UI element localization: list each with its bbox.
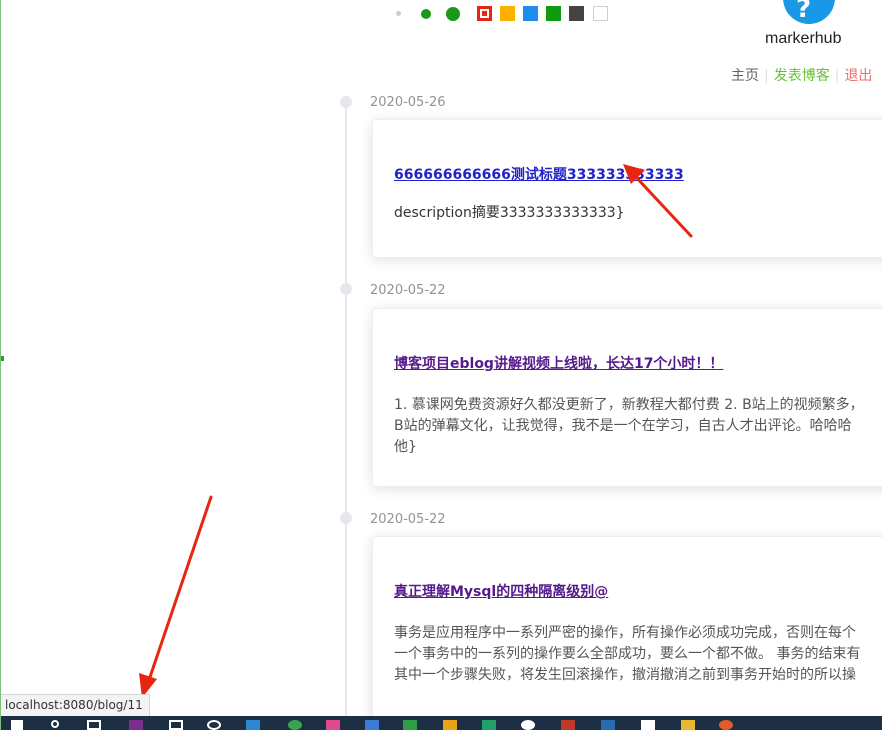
- post-date: 2020-05-22: [370, 512, 446, 527]
- search-icon[interactable]: [51, 720, 59, 728]
- pen-size-small[interactable]: [396, 11, 401, 16]
- pen-size-medium[interactable]: [421, 9, 431, 19]
- draw-toolbar: [393, 4, 613, 22]
- app-icon[interactable]: [365, 720, 379, 730]
- app-icon[interactable]: [129, 720, 143, 730]
- task-view-icon[interactable]: [87, 720, 101, 730]
- post-card: 博客项目eblog讲解视频上线啦，长达17个小时！！ 1. 慕课网免费资源好久都…: [372, 308, 882, 487]
- app-icon[interactable]: [169, 720, 183, 730]
- color-yellow-swatch[interactable]: [500, 6, 515, 21]
- post-card: 真正理解Mysql的四种隔离级别@ 事务是应用程序中一系列严密的操作，所有操作必…: [372, 536, 882, 730]
- app-icon[interactable]: [326, 720, 340, 730]
- post-title-link[interactable]: 666666666666测试标题333333333333: [394, 164, 882, 184]
- nav-divider: |: [764, 68, 769, 84]
- post-description: description摘要3333333333333}: [394, 205, 625, 221]
- question-mark-icon: ?: [796, 0, 812, 24]
- app-icon[interactable]: [482, 720, 496, 730]
- color-red-swatch[interactable]: [477, 6, 492, 21]
- nav-logout-link[interactable]: 退出: [844, 65, 872, 85]
- timeline-node: [340, 96, 352, 108]
- post-title-link[interactable]: 真正理解Mysql的四种隔离级别@: [394, 581, 882, 601]
- windows-start-icon[interactable]: [11, 720, 23, 730]
- status-bar-url: localhost:8080/blog/11: [1, 694, 150, 718]
- app-icon[interactable]: [561, 720, 575, 730]
- app-icon[interactable]: [521, 720, 535, 730]
- color-white-swatch[interactable]: [593, 6, 608, 21]
- browser-page: ? markerhub 主页 | 发表博客 | 退出 2020-05-26 666666…: [0, 0, 882, 730]
- taskbar: [1, 716, 882, 730]
- folder-icon[interactable]: [681, 720, 695, 730]
- app-icon[interactable]: [288, 720, 302, 730]
- app-icon[interactable]: [207, 720, 221, 730]
- app-icon[interactable]: [403, 720, 417, 730]
- color-dark-swatch[interactable]: [569, 6, 584, 21]
- post-description: 事务是应用程序中一系列严密的操作，所有操作必须成功完成，否则在每个 一个事务中的…: [394, 625, 861, 683]
- app-icon[interactable]: [601, 720, 615, 730]
- nav-publish-link[interactable]: 发表博客: [774, 65, 830, 85]
- color-blue-swatch[interactable]: [523, 6, 538, 21]
- app-icon[interactable]: [443, 720, 457, 730]
- top-nav: 主页 | 发表博客 | 退出: [731, 65, 872, 85]
- left-edge-handle: [1, 356, 4, 361]
- nav-home-link[interactable]: 主页: [731, 65, 759, 85]
- post-title-link[interactable]: 博客项目eblog讲解视频上线啦，长达17个小时！！: [394, 353, 882, 373]
- app-icon[interactable]: [246, 720, 260, 730]
- timeline-node: [340, 512, 352, 524]
- brand-name: markerhub: [765, 30, 842, 47]
- app-icon[interactable]: [641, 720, 655, 730]
- color-green-swatch[interactable]: [546, 6, 561, 21]
- post-date: 2020-05-26: [370, 95, 446, 110]
- post-card: 666666666666测试标题333333333333 description…: [372, 119, 882, 258]
- avatar[interactable]: ?: [783, 0, 835, 24]
- timeline-line: [345, 102, 347, 722]
- post-description: 1. 慕课网免费资源好久都没更新了，新教程大都付费 2. B站上的视频繁多， B…: [394, 397, 864, 455]
- arrow-to-status-url: [139, 495, 213, 698]
- pen-size-large[interactable]: [446, 7, 460, 21]
- post-date: 2020-05-22: [370, 283, 446, 298]
- timeline-node: [340, 283, 352, 295]
- app-icon[interactable]: [719, 720, 733, 730]
- nav-divider: |: [834, 68, 840, 84]
